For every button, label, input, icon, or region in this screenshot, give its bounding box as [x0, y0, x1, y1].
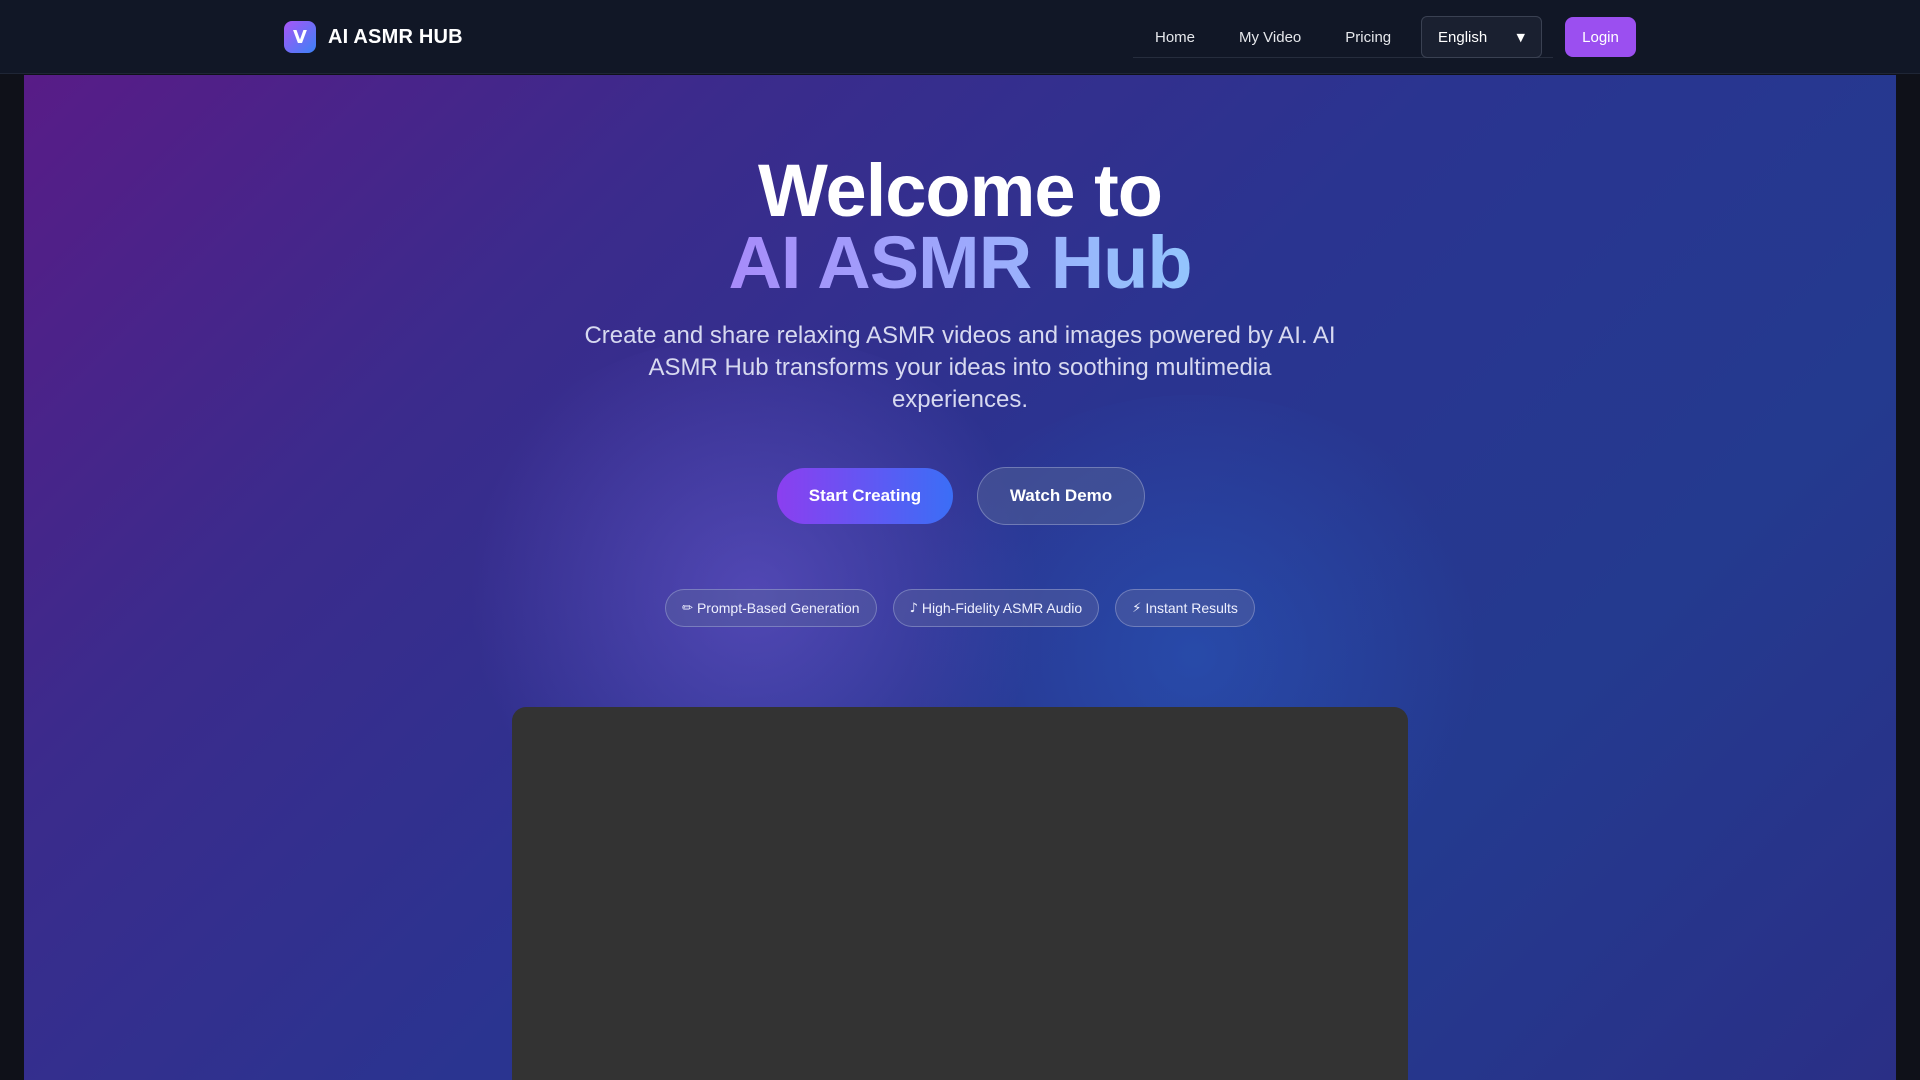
language-select-value: English	[1438, 28, 1488, 46]
hero-headline-line2: AI ASMR Hub	[728, 221, 1192, 304]
feature-pill-label: High-Fidelity ASMR Audio	[921, 600, 1083, 616]
hero-section: Welcome to AI ASMR Hub Create and share …	[24, 75, 1896, 1080]
login-button[interactable]: Login	[1565, 17, 1636, 57]
demo-video-player[interactable]	[512, 707, 1408, 1080]
feature-pill-prompt: ✏ Prompt-Based Generation	[665, 589, 877, 627]
chevron-down-icon: ▼	[1516, 30, 1525, 44]
nav-home[interactable]: Home	[1133, 16, 1217, 58]
feature-pill-audio: ♪ High-Fidelity ASMR Audio	[892, 589, 1100, 627]
feature-pill-instant: ⚡ Instant Results	[1115, 589, 1255, 627]
brand-logo-icon[interactable]: V	[284, 21, 316, 53]
start-creating-button[interactable]: Start Creating	[777, 468, 953, 524]
hero-headline: Welcome to AI ASMR Hub	[24, 154, 1896, 304]
hero-headline-line1: Welcome to	[758, 149, 1163, 232]
watch-demo-button[interactable]: Watch Demo	[977, 467, 1145, 525]
main-nav: Home My Video Pricing	[1133, 16, 1413, 58]
top-header: V AI ASMR HUB Home My Video Pricing Engl…	[0, 0, 1920, 74]
feature-pills: ✏ Prompt-Based Generation ♪ High-Fidelit…	[24, 589, 1896, 627]
language-select[interactable]: English ▼	[1421, 16, 1542, 58]
pencil-icon: ✏	[682, 600, 693, 616]
brand-name[interactable]: AI ASMR HUB	[328, 26, 463, 49]
feature-pill-label: Instant Results	[1145, 600, 1238, 616]
lightning-icon: ⚡	[1132, 600, 1142, 616]
feature-pill-label: Prompt-Based Generation	[696, 600, 860, 616]
brand[interactable]: V AI ASMR HUB	[284, 21, 463, 53]
nav-my-video[interactable]: My Video	[1217, 16, 1323, 58]
music-note-icon: ♪	[909, 600, 918, 616]
hero-subtitle: Create and share relaxing ASMR videos an…	[584, 322, 1336, 413]
nav-pricing[interactable]: Pricing	[1323, 16, 1413, 58]
